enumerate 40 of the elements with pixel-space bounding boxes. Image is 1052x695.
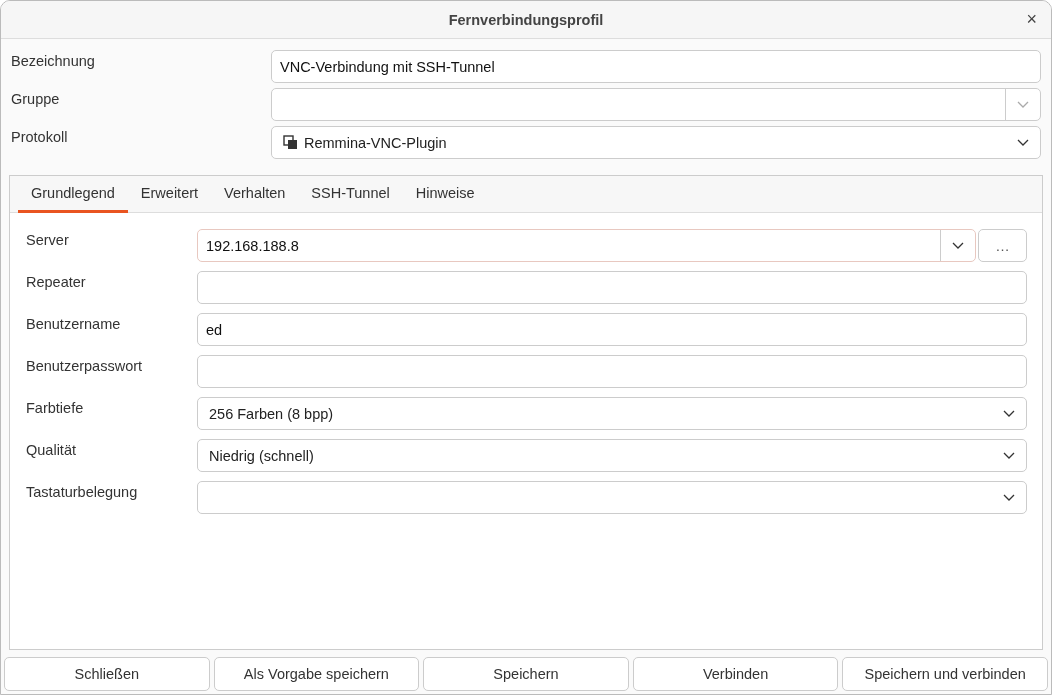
- browse-button[interactable]: …: [978, 229, 1027, 262]
- field-label: Tastaturbelegung: [26, 483, 139, 502]
- field-label: Bezeichnung: [11, 52, 96, 71]
- field-label: Farbtiefe: [26, 399, 85, 418]
- combo-field[interactable]: 192.168.188.8: [197, 229, 976, 262]
- dropdown[interactable]: Remmina-VNC-Plugin: [271, 126, 1041, 159]
- field-label: Benutzername: [26, 315, 122, 334]
- field-label: Repeater: [26, 273, 87, 292]
- dropdown[interactable]: Niedrig (schnell): [197, 439, 1027, 472]
- tab[interactable]: Grundlegend: [18, 176, 128, 213]
- tab[interactable]: Verhalten: [211, 176, 299, 213]
- text-field[interactable]: [197, 355, 1027, 388]
- action-button[interactable]: Als Vorgabe speichern: [213, 657, 420, 691]
- dropdown[interactable]: [197, 481, 1027, 514]
- tab[interactable]: Hinweise: [402, 176, 488, 213]
- dropdown[interactable]: 256 Farben (8 bpp): [197, 397, 1027, 430]
- field-label: Protokoll: [11, 128, 69, 147]
- close-button[interactable]: ×: [1022, 9, 1041, 30]
- text-field[interactable]: [197, 271, 1027, 304]
- field-label: Gruppe: [11, 90, 61, 109]
- action-button[interactable]: Schließen: [4, 657, 210, 691]
- action-button[interactable]: Verbinden: [632, 657, 839, 691]
- text-field[interactable]: ed: [197, 313, 1027, 346]
- field-label: Server: [26, 231, 70, 250]
- field-label: Qualität: [26, 441, 77, 460]
- chevron-down-icon: [1003, 452, 1015, 459]
- tab[interactable]: Erweitert: [127, 176, 212, 213]
- chevron-down-icon: [1003, 410, 1015, 417]
- field-label: Benutzerpasswort: [26, 357, 144, 376]
- chevron-down-icon: [952, 242, 964, 249]
- tab[interactable]: SSH-Tunnel: [298, 176, 403, 213]
- text-field[interactable]: VNC-Verbindung mit SSH-Tunnel: [271, 50, 1041, 83]
- windows-icon: [283, 135, 298, 150]
- action-button[interactable]: Speichern und verbinden: [842, 657, 1048, 691]
- window-title: Fernverbindungsprofil: [448, 11, 604, 28]
- chevron-down-icon: [1003, 494, 1015, 501]
- action-button[interactable]: Speichern: [423, 657, 629, 691]
- chevron-down-icon: [1017, 139, 1029, 146]
- chevron-down-icon: [1017, 101, 1029, 108]
- combo-field[interactable]: [271, 88, 1041, 121]
